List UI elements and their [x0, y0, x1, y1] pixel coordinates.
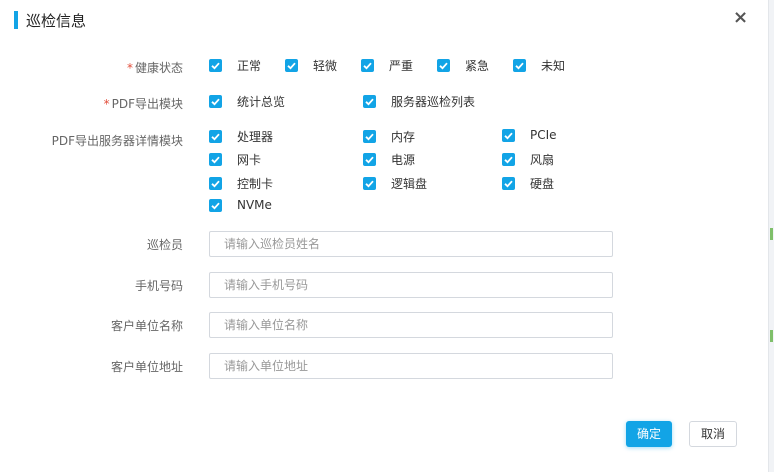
inspector-input-wrapper: [209, 231, 613, 257]
checkbox-checked-icon: [209, 59, 222, 72]
checkbox-pcie[interactable]: PCIe: [502, 128, 557, 142]
health-status-label: * 健康状态: [0, 61, 183, 75]
checkbox-server-inspection-list[interactable]: 服务器巡检列表: [363, 93, 475, 110]
checkbox-checked-icon: [361, 59, 374, 72]
checkbox-label: 处理器: [237, 130, 274, 144]
checkbox-processor[interactable]: 处理器: [209, 128, 273, 145]
checkbox-label: 统计总览: [237, 95, 286, 109]
required-mark: *: [103, 97, 110, 111]
checkbox-checked-icon: [209, 198, 222, 212]
health-status-label-text: 健康状态: [134, 61, 183, 75]
checkbox-label: 电源: [391, 153, 416, 167]
customer-address-input[interactable]: [210, 354, 612, 378]
checkbox-memory[interactable]: 内存: [363, 128, 415, 145]
checkbox-label: 轻微: [313, 59, 338, 73]
inspector-input[interactable]: [210, 232, 612, 256]
close-icon[interactable]: ×: [733, 7, 748, 28]
checkbox-checked-icon: [502, 177, 515, 190]
checkbox-checked-icon: [502, 128, 515, 142]
pdf-module-label: * PDF导出模块: [0, 97, 183, 111]
checkbox-checked-icon: [502, 153, 515, 166]
customer-address-label: 客户单位地址: [110, 360, 183, 374]
checkbox-label: 服务器巡检列表: [391, 95, 476, 109]
checkbox-health-major[interactable]: 严重: [361, 57, 413, 74]
checkbox-nvme[interactable]: NVMe: [209, 198, 272, 212]
checkbox-hard-disk[interactable]: 硬盘: [502, 175, 554, 192]
checkbox-checked-icon: [363, 153, 376, 166]
checkbox-checked-icon: [209, 153, 222, 166]
checkbox-label: 紧急: [465, 59, 490, 73]
checkbox-label: 严重: [389, 59, 414, 73]
checkbox-checked-icon: [363, 177, 376, 190]
checkbox-label: PCIe: [530, 128, 557, 142]
checkbox-label: 逻辑盘: [391, 177, 428, 191]
phone-input-wrapper: [209, 272, 613, 298]
checkbox-health-critical[interactable]: 紧急: [437, 57, 489, 74]
customer-address-input-wrapper: [209, 353, 613, 379]
checkbox-health-normal[interactable]: 正常: [209, 57, 261, 74]
phone-input[interactable]: [210, 273, 612, 297]
checkbox-label: 控制卡: [237, 177, 274, 191]
pdf-module-label-text: PDF导出模块: [111, 97, 183, 111]
phone-label: 手机号码: [134, 279, 183, 293]
checkbox-label: 网卡: [237, 153, 262, 167]
server-detail-label: PDF导出服务器详情模块: [51, 134, 183, 148]
checkbox-checked-icon: [209, 177, 222, 190]
checkbox-label: NVMe: [237, 198, 272, 212]
checkbox-logical-disk[interactable]: 逻辑盘: [363, 175, 427, 192]
checkbox-checked-icon: [209, 95, 222, 108]
checkbox-label: 内存: [391, 130, 416, 144]
checkbox-controller[interactable]: 控制卡: [209, 175, 273, 192]
checkbox-checked-icon: [363, 130, 376, 143]
checkbox-checked-icon: [437, 59, 450, 72]
inspector-label: 巡检员: [146, 238, 183, 252]
dialog-title: 巡检信息: [26, 12, 87, 30]
checkbox-label: 未知: [541, 59, 566, 73]
required-mark: *: [126, 61, 133, 75]
edge-marker: [770, 330, 773, 342]
customer-name-input[interactable]: [210, 313, 612, 337]
checkbox-label: 硬盘: [530, 177, 555, 191]
checkbox-checked-icon: [209, 130, 222, 143]
checkbox-checked-icon: [285, 59, 298, 72]
checkbox-checked-icon: [513, 59, 526, 72]
checkbox-health-minor[interactable]: 轻微: [285, 57, 337, 74]
checkbox-power[interactable]: 电源: [363, 151, 415, 168]
cancel-button[interactable]: 取消: [689, 421, 737, 447]
checkbox-label: 风扇: [530, 153, 555, 167]
checkbox-summary[interactable]: 统计总览: [209, 93, 285, 110]
confirm-button[interactable]: 确定: [626, 421, 672, 447]
checkbox-nic[interactable]: 网卡: [209, 151, 261, 168]
checkbox-fan[interactable]: 风扇: [502, 151, 554, 168]
customer-name-input-wrapper: [209, 312, 613, 338]
checkbox-checked-icon: [363, 95, 376, 108]
customer-name-label: 客户单位名称: [110, 319, 183, 333]
dialog-header: 巡检信息 ×: [0, 0, 769, 40]
background-edge: [768, 0, 774, 472]
edge-marker: [770, 228, 773, 240]
checkbox-health-unknown[interactable]: 未知: [513, 57, 565, 74]
checkbox-label: 正常: [237, 59, 262, 73]
title-accent-bar: [14, 11, 18, 29]
